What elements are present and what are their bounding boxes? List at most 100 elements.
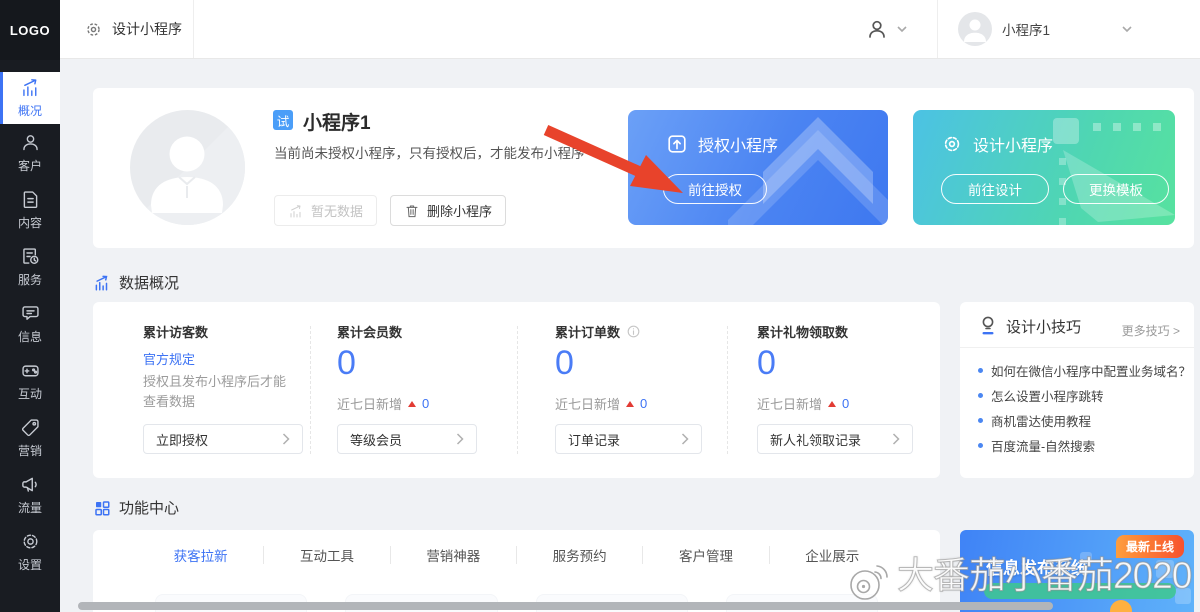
sidebar: LOGO 概况 客户 内容 服务 信息	[0, 0, 60, 612]
stat-orders: 累计订单数 0 近七日新增 0 订单记录	[555, 322, 727, 458]
header-divider	[937, 0, 938, 58]
tab-enterprise-display[interactable]: 企业展示	[770, 545, 895, 565]
chat-bubble-icon	[20, 303, 41, 324]
sidebar-item-settings[interactable]: 设置	[0, 523, 60, 580]
delta-up-icon	[828, 401, 836, 407]
stat-sub-label: 近七日新增	[757, 394, 822, 413]
design-promo-card: 设计小程序 前往设计 更换模板	[913, 110, 1175, 225]
sidebar-item-interaction[interactable]: 互动	[0, 352, 60, 409]
sidebar-item-label: 营销	[18, 442, 42, 459]
sidebar-item-services[interactable]: 服务	[0, 238, 60, 295]
delete-miniprogram-button[interactable]: 删除小程序	[390, 195, 506, 226]
logo: LOGO	[0, 0, 60, 60]
user-icon	[865, 17, 889, 41]
data-overview-title: 数据概况	[119, 272, 179, 293]
sidebar-item-traffic[interactable]: 流量	[0, 466, 60, 523]
authorize-card-title: 授权小程序	[666, 132, 778, 156]
sidebar-item-customers[interactable]: 客户	[0, 124, 60, 181]
tip-link[interactable]: 百度流量-自然搜索	[978, 433, 1184, 458]
authorize-now-button[interactable]: 立即授权	[143, 424, 303, 454]
tips-list: 如何在微信小程序中配置业务域名？ 怎么设置小程序跳转 商机雷达使用教程 百度流量…	[978, 358, 1184, 458]
tips-header: 设计小技巧	[978, 315, 1081, 337]
stat-label-row: 累计订单数	[555, 322, 641, 341]
mini-chart-icon	[288, 203, 304, 219]
workspace-switcher[interactable]: 小程序1	[958, 0, 1132, 58]
sidebar-item-content[interactable]: 内容	[0, 181, 60, 238]
bullet-dot	[978, 418, 983, 423]
go-design-button[interactable]: 前往设计	[941, 174, 1049, 204]
feature-center-card: 获客拉新 互动工具 营销神器 服务预约 客户管理 企业展示	[93, 530, 940, 612]
tab-customer-management[interactable]: 客户管理	[643, 545, 768, 565]
profile-actions: 暂无数据 删除小程序	[274, 195, 506, 226]
bullet-dot	[978, 443, 983, 448]
delta-up-icon	[626, 401, 634, 407]
tab-acquire-customers[interactable]: 获客拉新	[138, 545, 263, 565]
tip-link[interactable]: 商机雷达使用教程	[978, 408, 1184, 433]
stat-visitors: 累计访客数 官方规定 授权且发布小程序后才能查看数据 立即授权	[143, 322, 315, 458]
stat-label: 累计订单数	[555, 322, 620, 341]
chart-trend-icon	[93, 274, 111, 292]
tab-interactive-tools[interactable]: 互动工具	[264, 545, 389, 565]
go-authorize-button[interactable]: 前往授权	[663, 174, 767, 204]
sidebar-item-messages[interactable]: 信息	[0, 295, 60, 352]
sidebar-item-label: 设置	[18, 556, 42, 573]
authorize-promo-card: 授权小程序 前往授权	[628, 110, 888, 225]
gear-icon	[20, 531, 41, 552]
chevron-right-icon	[681, 433, 689, 445]
tip-text: 商机雷达使用教程	[991, 411, 1091, 430]
stat-action-label: 立即授权	[156, 430, 208, 449]
stat-sub: 近七日新增 0	[337, 394, 429, 413]
stat-gifts: 累计礼物领取数 0 近七日新增 0 新人礼领取记录	[757, 322, 929, 458]
sidebar-item-label: 流量	[18, 499, 42, 516]
tip-link[interactable]: 怎么设置小程序跳转	[978, 383, 1184, 408]
sidebar-item-label: 信息	[18, 328, 42, 345]
workspace-avatar	[958, 12, 992, 46]
stat-note: 授权且发布小程序后才能查看数据	[143, 372, 295, 412]
data-overview-heading: 数据概况	[93, 272, 179, 293]
stat-members: 累计会员数 0 近七日新增 0 等级会员	[337, 322, 509, 458]
new-release-badge: 最新上线	[1116, 535, 1184, 558]
info-icon[interactable]	[626, 324, 641, 339]
tab-service-booking[interactable]: 服务预约	[517, 545, 642, 565]
chevron-right-icon	[456, 433, 464, 445]
stat-value: 0	[337, 344, 356, 383]
no-data-button[interactable]: 暂无数据	[274, 195, 377, 226]
lamp-icon	[978, 315, 998, 337]
banner-title: 信息发布系统	[986, 554, 1088, 579]
change-template-button[interactable]: 更换模板	[1063, 174, 1169, 204]
header-divider	[193, 0, 194, 58]
bullet-dot	[978, 393, 983, 398]
gift-records-button[interactable]: 新人礼领取记录	[757, 424, 913, 454]
stat-delta: 0	[640, 396, 647, 411]
person-icon	[20, 132, 41, 153]
stat-sub-label: 近七日新增	[555, 394, 620, 413]
tip-text: 百度流量-自然搜索	[991, 436, 1095, 455]
stat-action-label: 等级会员	[350, 430, 402, 449]
tab-marketing-tools[interactable]: 营销神器	[391, 545, 516, 565]
official-rules-link[interactable]: 官方规定	[143, 349, 195, 368]
info-publish-banner[interactable]: 信息发布系统 最新上线	[960, 530, 1194, 612]
sidebar-nav: 概况 客户 内容 服务 信息 互动	[0, 72, 60, 580]
more-tips-link[interactable]: 更多技巧 >	[1122, 322, 1180, 339]
member-levels-button[interactable]: 等级会员	[337, 424, 477, 454]
tip-link[interactable]: 如何在微信小程序中配置业务域名？	[978, 358, 1184, 383]
order-records-button[interactable]: 订单记录	[555, 424, 702, 454]
authorization-hint: 当前尚未授权小程序，只有授权后，才能发布小程序	[274, 142, 585, 162]
sidebar-item-overview[interactable]: 概况	[0, 72, 60, 124]
file-clock-icon	[20, 246, 41, 267]
design-card-title: 设计小程序	[941, 132, 1053, 156]
feature-tabs: 获客拉新 互动工具 营销神器 服务预约 客户管理 企业展示	[93, 530, 940, 565]
tip-text: 怎么设置小程序跳转	[991, 386, 1104, 405]
account-menu-button[interactable]	[865, 0, 907, 58]
tip-text: 如何在微信小程序中配置业务域名？	[991, 361, 1191, 380]
design-gear-icon	[84, 20, 103, 39]
sidebar-item-marketing[interactable]: 营销	[0, 409, 60, 466]
sidebar-item-label: 客户	[18, 157, 42, 174]
horizontal-scrollbar-thumb[interactable]	[78, 602, 1053, 610]
delete-label: 删除小程序	[427, 201, 492, 220]
stat-sub: 近七日新增 0	[555, 394, 647, 413]
banner-decoration	[1110, 600, 1132, 612]
tab-design-miniprogram[interactable]: 设计小程序	[84, 0, 182, 58]
stat-label: 累计礼物领取数	[757, 322, 848, 341]
sidebar-item-label: 内容	[18, 214, 42, 231]
